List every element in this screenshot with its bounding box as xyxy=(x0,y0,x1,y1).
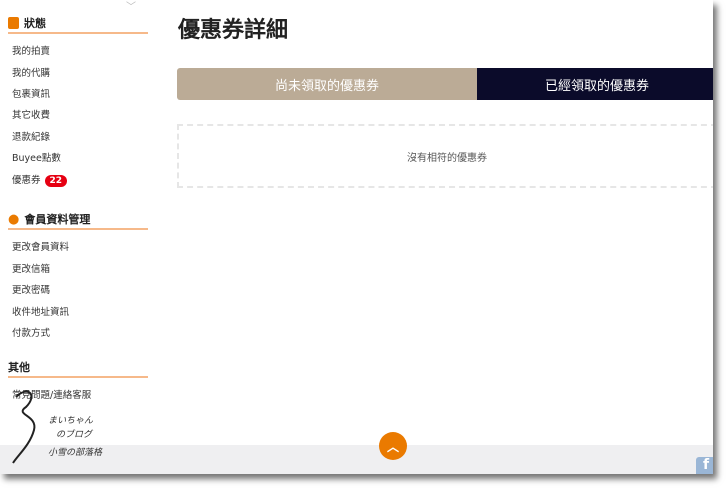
chevron-down-icon[interactable]: ﹀ xyxy=(126,0,136,13)
sidebar-item-edit-email[interactable]: 更改信箱 xyxy=(12,261,50,275)
chevron-up-icon: ︿ xyxy=(386,439,399,454)
tab-claimed[interactable]: 已經領取的優惠券 xyxy=(477,68,713,100)
sidebar-item-payment[interactable]: 付款方式 xyxy=(12,325,50,339)
section-other: 其他 xyxy=(8,358,148,378)
sidebar-item-coupons[interactable]: 優惠券 22 xyxy=(12,172,68,187)
facebook-icon[interactable]: f xyxy=(696,457,713,474)
watermark-signature: まいちゃん のブログ 小雪の部落格 xyxy=(8,385,128,470)
sidebar-item-refunds[interactable]: 退款紀錄 xyxy=(12,129,50,143)
sidebar-item-my-auctions[interactable]: 我的拍賣 xyxy=(12,43,50,57)
watermark-text: 小雪の部落格 xyxy=(48,448,103,458)
section-title: 其他 xyxy=(8,361,30,374)
empty-message: 沒有相符的優惠券 xyxy=(407,152,487,164)
browser-frame: ﹀ 狀態 我的拍賣 我的代購 包裹資訊 其它收費 退款紀錄 Buyee點數 優惠… xyxy=(0,0,713,474)
section-member: ● 會員資料管理 xyxy=(8,210,148,230)
page-title: 優惠券詳細 xyxy=(178,18,289,43)
sidebar-item-packages[interactable]: 包裹資訊 xyxy=(12,86,50,100)
user-icon: ● xyxy=(8,211,20,227)
coupon-label: 優惠券 xyxy=(12,175,41,186)
sidebar-item-other-fees[interactable]: 其它收費 xyxy=(12,107,50,121)
sidebar-item-points[interactable]: Buyee點數 xyxy=(12,150,61,164)
section-title: 狀態 xyxy=(24,17,46,30)
tab-unclaimed[interactable]: 尚未領取的優惠券 xyxy=(177,68,477,100)
empty-state: 沒有相符的優惠券 xyxy=(177,124,713,188)
sidebar-item-edit-password[interactable]: 更改密碼 xyxy=(12,282,50,296)
watermark-text: まいちゃん xyxy=(48,416,94,426)
coupon-count-badge: 22 xyxy=(44,175,68,187)
sidebar-item-my-purchases[interactable]: 我的代購 xyxy=(12,65,50,79)
sidebar-item-addresses[interactable]: 收件地址資訊 xyxy=(12,304,69,318)
watermark-text: のブログ xyxy=(56,430,93,440)
section-title: 會員資料管理 xyxy=(24,213,91,226)
section-status: 狀態 xyxy=(8,14,148,34)
sidebar-item-edit-profile[interactable]: 更改會員資料 xyxy=(12,239,69,253)
suitcase-icon xyxy=(8,17,19,29)
signature-scribble xyxy=(12,390,36,464)
back-to-top-button[interactable]: ︿ xyxy=(379,432,407,460)
